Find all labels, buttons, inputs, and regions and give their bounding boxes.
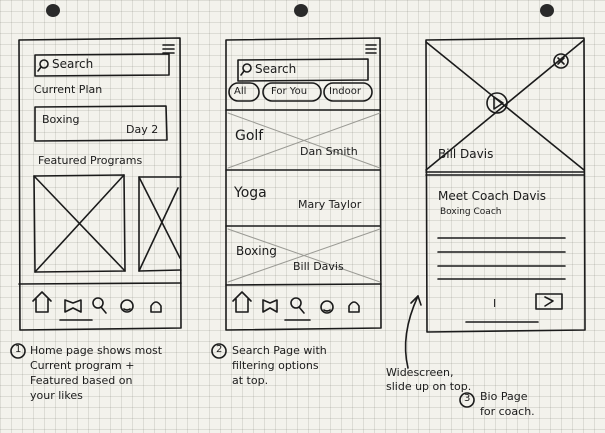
bio-title: Meet Coach Davis [438,189,547,203]
play-icon[interactable] [486,92,508,114]
caption-line: Search Page with [232,344,327,357]
featured-program-card[interactable] [138,176,182,272]
result-coach: Mary Taylor [298,198,362,211]
caption-line: Bio Page [480,390,528,403]
filter-indoor-label: Indoor [329,86,361,97]
home-icon[interactable] [32,291,52,313]
close-icon[interactable] [553,53,569,69]
slide-up-note: Widescreen, slide up on top. [386,366,471,394]
bio-screen-frame [425,37,586,333]
caption-number: 1 [15,344,22,355]
caption-line: Featured based on [30,374,133,387]
search-caption: Search Page with filtering options at to… [232,343,327,388]
search-icon[interactable] [92,297,107,314]
plan-day: Day 2 [126,123,159,136]
result-coach: Dan Smith [300,145,358,158]
plan-program: Boxing [42,113,80,126]
home-screen-frame [18,37,182,331]
search-placeholder: Search [52,57,94,71]
caption-number: 2 [216,344,223,355]
next-button[interactable] [535,293,563,310]
slide-up-arrow [404,295,422,369]
profile-icon[interactable] [150,301,162,313]
wireframe-sketch-sheet: Search Current Plan Boxing Day 2 Feature… [0,0,605,433]
home-caption: Home page shows most Current program + F… [30,343,162,403]
search-icon [240,63,252,76]
note-line: Widescreen, [386,366,454,379]
featured-program-card[interactable] [33,174,126,273]
result-coach: Bill Davis [293,260,344,273]
book-icon[interactable] [262,299,278,313]
profile-icon[interactable] [348,301,360,313]
search-icon [37,59,49,72]
hero-coach-name: Bill Davis [438,147,494,161]
search-placeholder: Search [255,62,297,76]
current-plan-label: Current Plan [34,83,103,96]
coach-icon[interactable] [120,299,134,313]
search-screen-frame [225,37,382,331]
result-sport[interactable]: Golf [235,129,263,143]
pager-mark: I [493,297,497,310]
caption-line: Home page shows most [30,344,163,357]
caption-line: Current program + [30,359,135,372]
filter-all-label: All [234,86,247,97]
coach-icon[interactable] [320,300,334,314]
caption-line: for coach. [480,405,535,418]
bio-caption: Bio Page for coach. [480,389,535,419]
book-icon[interactable] [64,299,82,313]
caption-line: your likes [30,389,83,402]
note-line: slide up on top. [386,380,472,393]
home-icon[interactable] [232,291,252,313]
caption-number: 3 [464,393,471,404]
result-sport[interactable]: Yoga [234,186,267,200]
filter-for-you-label: For You [271,86,308,97]
caption-line: filtering options [232,359,319,372]
caption-line: at top. [232,374,269,387]
search-icon[interactable] [290,297,305,314]
bio-text-lines [437,237,566,280]
bio-subtitle: Boxing Coach [440,207,502,217]
featured-programs-label: Featured Programs [38,154,143,167]
result-sport[interactable]: Boxing [236,245,277,257]
